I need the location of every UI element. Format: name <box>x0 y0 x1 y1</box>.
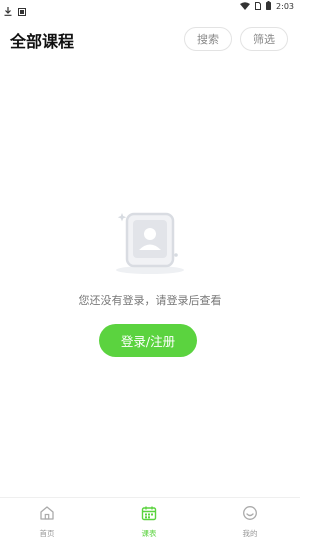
battery-icon <box>266 1 272 12</box>
filter-button[interactable]: 筛选 <box>240 27 288 51</box>
smile-icon <box>242 505 258 525</box>
empty-state-message: 您还没有登录，请登录后查看 <box>78 294 222 307</box>
sim-icon <box>255 1 262 12</box>
calendar-icon <box>141 505 157 525</box>
download-icon <box>4 1 12 20</box>
tab-mine[interactable]: 我的 <box>230 505 270 537</box>
tab-mine-label: 我的 <box>242 529 258 537</box>
tab-home-label: 首页 <box>39 529 55 537</box>
status-bar: 2:03 <box>0 0 300 16</box>
status-right: 2:03 <box>240 1 294 12</box>
tab-home[interactable]: 首页 <box>27 505 67 537</box>
header: 全部课程 搜索 筛选 <box>0 24 300 56</box>
tab-schedule[interactable]: 课表 <box>129 505 169 537</box>
notification-icon <box>18 1 26 20</box>
empty-state-illustration <box>110 205 190 277</box>
status-left <box>4 1 26 20</box>
page-title: 全部课程 <box>10 32 75 51</box>
login-register-button[interactable]: 登录/注册 <box>99 324 197 357</box>
profile-card-icon <box>116 212 184 274</box>
bottom-tab-bar: 首页 课表 我的 <box>0 497 300 537</box>
search-button[interactable]: 搜索 <box>184 27 232 51</box>
tab-schedule-label: 课表 <box>141 529 157 537</box>
wifi-icon <box>240 1 251 12</box>
status-time: 2:03 <box>276 2 294 11</box>
home-icon <box>39 505 55 525</box>
